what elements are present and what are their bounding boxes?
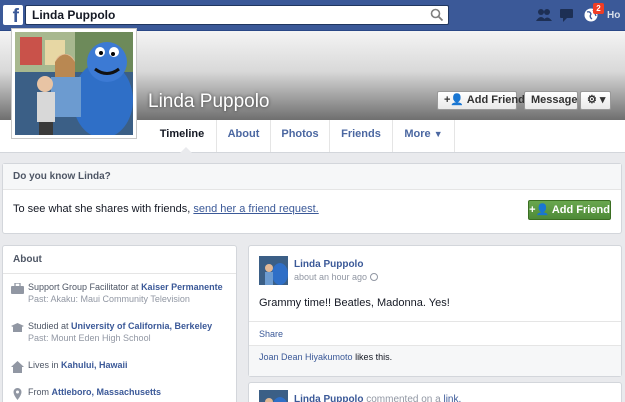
prompt-title: Do you know Linda? (3, 164, 621, 190)
add-friend-icon: +👤 (529, 204, 550, 216)
profile-picture[interactable] (11, 28, 137, 139)
likes-suffix: likes this. (352, 352, 393, 362)
liker-name-link[interactable]: Joan Dean Hiyakumoto (259, 352, 353, 362)
post-2-header: Linda Puppolo commented on a link. (294, 394, 461, 402)
briefcase-icon (11, 283, 24, 294)
education-past: Past: Mount Eden High School (28, 333, 151, 343)
education-line: Studied at University of California, Ber… (28, 321, 213, 331)
top-bar: f 2 Ho (0, 0, 625, 31)
post-2-link[interactable]: link. (443, 394, 461, 402)
profile-photo-image (15, 32, 133, 135)
message-button[interactable]: Message (524, 91, 578, 110)
chevron-down-icon: ▼ (433, 129, 443, 139)
tab-more[interactable]: More ▼ (393, 120, 455, 152)
post-2-author[interactable]: Linda Puppolo (294, 394, 363, 402)
post-likes: Joan Dean Hiyakumoto likes this. (249, 345, 621, 376)
from-line: From Attleboro, Massachusetts (28, 387, 162, 397)
about-title: About (3, 246, 236, 274)
active-tab-indicator (180, 147, 192, 153)
chevron-down-icon: ▾ (596, 94, 606, 106)
add-friend-button[interactable]: +👤 Add Friend (437, 91, 525, 110)
search-input[interactable] (26, 6, 421, 24)
lives-line: Lives in Kahului, Hawaii (28, 360, 128, 370)
public-audience-icon (370, 273, 379, 281)
add-friend-green-label: Add Friend (551, 204, 610, 216)
tab-about[interactable]: About (217, 120, 271, 152)
work-link[interactable]: Kaiser Permanente (141, 282, 223, 292)
profile-name: Linda Puppolo (148, 91, 270, 112)
home-link[interactable]: Ho (607, 10, 620, 21)
tab-friends[interactable]: Friends (330, 120, 393, 152)
lives-link[interactable]: Kahului, Hawaii (61, 360, 128, 370)
prompt-message: To see what she shares with friends, (13, 203, 191, 215)
map-pin-icon (13, 388, 22, 400)
prompt-text: To see what she shares with friends, sen… (13, 203, 319, 215)
post-actions: Share (249, 321, 621, 345)
notifications-badge: 2 (593, 3, 604, 14)
add-friend-icon: +👤 (444, 94, 465, 106)
messages-icon[interactable] (558, 7, 576, 23)
tab-photos[interactable]: Photos (271, 120, 330, 152)
friend-requests-icon[interactable] (535, 7, 553, 23)
about-section: About Support Group Facilitator at Kaise… (2, 245, 237, 402)
friend-request-prompt: Do you know Linda? To see what she share… (2, 163, 622, 234)
school-icon (11, 323, 24, 332)
tab-more-label: More (404, 128, 431, 140)
gear-icon: ⚙ (587, 94, 597, 106)
search-icon[interactable] (430, 8, 444, 22)
timeline-post: Linda Puppolo about an hour ago Grammy t… (248, 245, 622, 377)
education-link[interactable]: University of California, Berkeley (71, 321, 212, 331)
search-box (25, 5, 449, 25)
post-author-avatar[interactable] (259, 390, 288, 402)
send-friend-request-link[interactable]: send her a friend request. (193, 203, 318, 215)
add-friend-label: Add Friend (466, 94, 525, 106)
work-line: Support Group Facilitator at Kaiser Perm… (28, 282, 223, 292)
post-text: Grammy time!! Beatles, Madonna. Yes! (259, 297, 450, 309)
post-timestamp[interactable]: about an hour ago (294, 272, 379, 282)
work-past: Past: Akaku: Maui Community Television (28, 294, 190, 304)
post-author-avatar[interactable] (259, 256, 288, 285)
facebook-logo[interactable]: f (3, 5, 23, 25)
post-author-name[interactable]: Linda Puppolo (294, 259, 363, 270)
from-link[interactable]: Attleboro, Massachusetts (52, 387, 162, 397)
settings-dropdown-button[interactable]: ⚙ ▾ (580, 91, 611, 110)
home-icon (11, 361, 24, 373)
timeline-post-2: Linda Puppolo commented on a link. (248, 382, 622, 402)
add-friend-green-button[interactable]: +👤 Add Friend (528, 200, 611, 220)
share-link[interactable]: Share (259, 329, 283, 339)
